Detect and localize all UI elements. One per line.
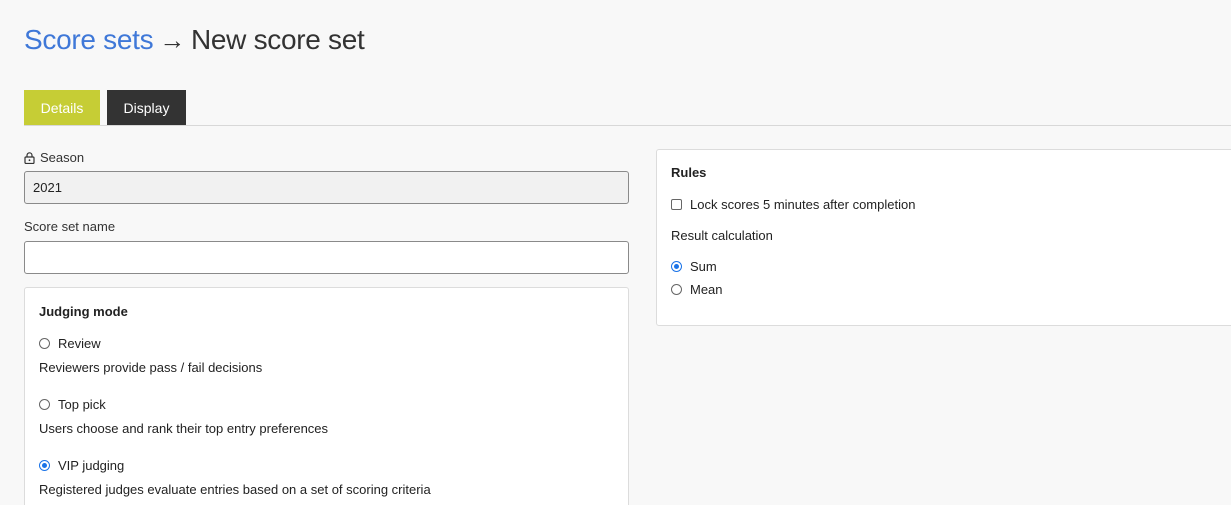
lock-scores-label: Lock scores 5 minutes after completion xyxy=(690,197,916,212)
lock-scores-checkbox[interactable] xyxy=(671,199,682,210)
top-pick-description: Users choose and rank their top entry pr… xyxy=(39,421,329,436)
rules-title: Rules xyxy=(671,165,707,180)
radio-mean-label: Mean xyxy=(690,282,723,297)
season-field xyxy=(24,171,629,204)
judging-option-vip-judging[interactable]: VIP judging xyxy=(39,458,124,473)
radio-top-pick-label: Top pick xyxy=(58,397,106,412)
judging-mode-panel: Judging mode Review Reviewers provide pa… xyxy=(24,287,629,505)
judging-mode-title: Judging mode xyxy=(39,304,128,319)
page-title: Score sets → New score set xyxy=(24,24,365,56)
result-calculation-label: Result calculation xyxy=(671,228,773,243)
score-set-name-field[interactable] xyxy=(24,241,629,274)
tab-divider xyxy=(24,125,1231,126)
radio-vip-judging-label: VIP judging xyxy=(58,458,125,473)
judging-option-top-pick[interactable]: Top pick xyxy=(39,397,106,412)
breadcrumb-score-sets-link[interactable]: Score sets xyxy=(24,24,154,56)
score-set-name-label: Score set name xyxy=(24,219,116,234)
tab-bar: Details Display xyxy=(24,90,186,126)
breadcrumb-current: New score set xyxy=(190,24,365,55)
review-description: Reviewers provide pass / fail decisions xyxy=(39,360,263,375)
vip-judging-description: Registered judges evaluate entries based… xyxy=(39,482,431,497)
radio-mean[interactable] xyxy=(671,284,682,295)
tab-details[interactable]: Details xyxy=(24,90,100,126)
radio-vip-judging[interactable] xyxy=(39,460,50,471)
result-option-mean[interactable]: Mean xyxy=(671,282,723,297)
lock-icon xyxy=(24,151,35,164)
season-label-text: Season xyxy=(40,150,85,165)
lock-scores-option[interactable]: Lock scores 5 minutes after completion xyxy=(671,197,915,212)
radio-top-pick[interactable] xyxy=(39,399,50,410)
radio-review-label: Review xyxy=(58,336,101,351)
rules-panel: Rules Lock scores 5 minutes after comple… xyxy=(656,149,1231,326)
radio-review[interactable] xyxy=(39,338,50,349)
radio-sum[interactable] xyxy=(671,261,682,272)
radio-sum-label: Sum xyxy=(690,259,717,274)
arrow-right-icon: → xyxy=(159,24,185,55)
judging-option-review[interactable]: Review xyxy=(39,336,101,351)
season-label: Season xyxy=(24,150,84,165)
tab-display[interactable]: Display xyxy=(107,90,186,126)
result-option-sum[interactable]: Sum xyxy=(671,259,717,274)
